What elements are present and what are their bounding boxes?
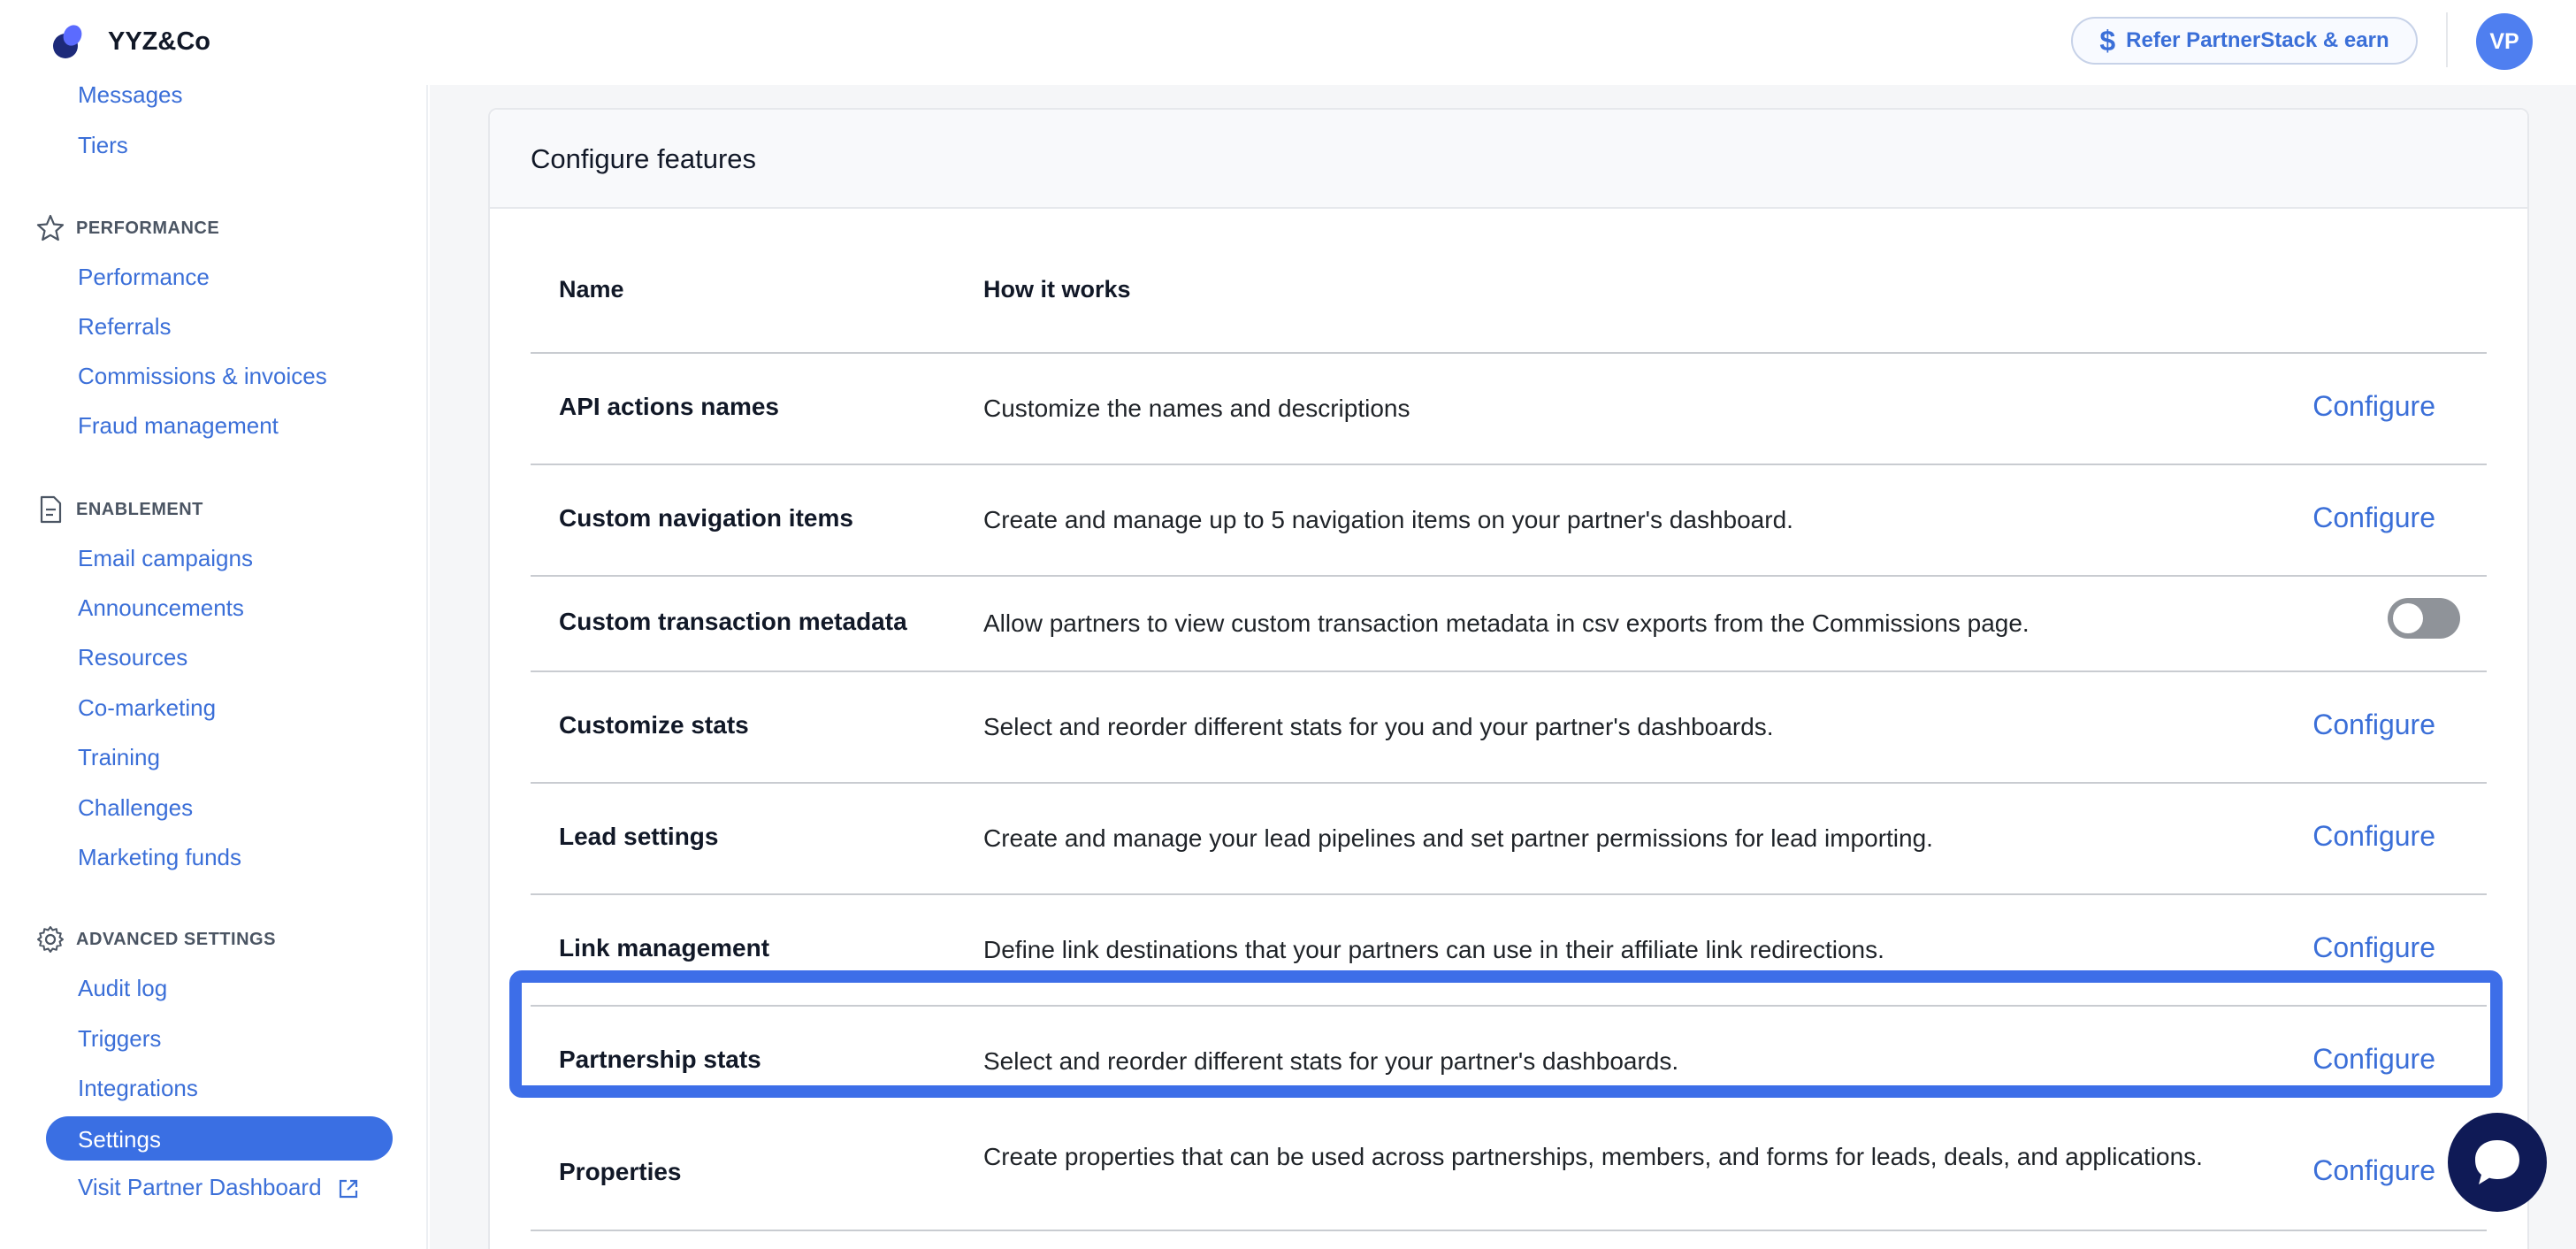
user-avatar[interactable]: VP bbox=[2476, 13, 2533, 70]
brand[interactable]: YYZ&Co bbox=[50, 21, 210, 62]
chat-launcher-button[interactable] bbox=[2448, 1113, 2547, 1212]
configure-button[interactable]: Configure bbox=[2312, 709, 2435, 741]
table-row: Lead settings Create and manage your lea… bbox=[531, 784, 2487, 895]
sidebar-item-commissions[interactable]: Commissions & invoices bbox=[78, 363, 327, 390]
table-row: Properties Create properties that can be… bbox=[531, 1118, 2487, 1231]
table-row: Customize stats Select and reorder diffe… bbox=[531, 672, 2487, 784]
top-header: YYZ&Co $ Refer PartnerStack & earn VP bbox=[0, 0, 2576, 85]
sidebar-item-visit-partner-dashboard[interactable]: Visit Partner Dashboard bbox=[78, 1174, 360, 1201]
feature-name: Custom transaction metadata bbox=[559, 608, 907, 635]
refer-partnerstack-button[interactable]: $ Refer PartnerStack & earn bbox=[2071, 17, 2418, 65]
sidebar-item-email-campaigns[interactable]: Email campaigns bbox=[78, 545, 253, 572]
card-title: Configure features bbox=[531, 143, 757, 174]
sidebar-item-triggers[interactable]: Triggers bbox=[78, 1025, 161, 1053]
sidebar-item-label: Visit Partner Dashboard bbox=[78, 1174, 322, 1200]
toggle-knob bbox=[2393, 603, 2423, 633]
sidebar-item-announcements[interactable]: Announcements bbox=[78, 594, 244, 622]
configure-button[interactable]: Configure bbox=[2312, 502, 2435, 534]
sidebar-item-label: Settings bbox=[78, 1126, 161, 1153]
sidebar-item-referrals[interactable]: Referrals bbox=[78, 313, 171, 341]
card-header: Configure features bbox=[490, 110, 2527, 209]
column-header-how-it-works: How it works bbox=[983, 276, 1131, 303]
feature-description: Create and manage up to 5 navigation ite… bbox=[983, 506, 1793, 533]
header-divider bbox=[2446, 12, 2448, 67]
star-icon bbox=[36, 214, 65, 241]
sidebar-item-challenges[interactable]: Challenges bbox=[78, 794, 193, 822]
feature-name: API actions names bbox=[559, 393, 779, 420]
section-enablement: ENABLEMENT bbox=[35, 494, 203, 525]
feature-name: Customize stats bbox=[559, 711, 749, 739]
brand-logo-icon bbox=[50, 21, 87, 62]
section-performance: PERFORMANCE bbox=[35, 213, 219, 243]
sidebar-item-audit-log[interactable]: Audit log bbox=[78, 975, 167, 1002]
sidebar-item-marketing-funds[interactable]: Marketing funds bbox=[78, 844, 241, 871]
feature-name: Custom navigation items bbox=[559, 504, 853, 532]
feature-name: Link management bbox=[559, 934, 770, 962]
section-advanced-settings: ADVANCED SETTINGS bbox=[35, 924, 276, 954]
main-content: Configure features Name How it works API… bbox=[430, 85, 2576, 1249]
sidebar-item-training[interactable]: Training bbox=[78, 744, 160, 771]
brand-name: YYZ&Co bbox=[108, 27, 210, 56]
dollar-icon: $ bbox=[2099, 24, 2116, 57]
table-row: Link management Define link destinations… bbox=[531, 895, 2487, 1007]
refer-button-label: Refer PartnerStack & earn bbox=[2126, 28, 2389, 52]
sidebar: Messages Tiers PERFORMANCE Performance R… bbox=[0, 0, 428, 1249]
configure-button[interactable]: Configure bbox=[2312, 931, 2435, 964]
table-row: API actions names Customize the names an… bbox=[531, 354, 2487, 465]
table-row-highlighted: Partnership stats Select and reorder dif… bbox=[531, 1007, 2487, 1118]
configure-button[interactable]: Configure bbox=[2312, 390, 2435, 423]
feature-description: Define link destinations that your partn… bbox=[983, 936, 1884, 963]
section-title: ADVANCED SETTINGS bbox=[76, 929, 276, 949]
section-title: ENABLEMENT bbox=[76, 499, 203, 519]
gear-icon bbox=[37, 926, 64, 953]
feature-name: Lead settings bbox=[559, 823, 719, 850]
document-icon bbox=[40, 495, 62, 524]
feature-description: Select and reorder different stats for y… bbox=[983, 1047, 1679, 1075]
feature-name: Partnership stats bbox=[559, 1046, 761, 1073]
feature-description: Select and reorder different stats for y… bbox=[983, 713, 1774, 740]
sidebar-item-resources[interactable]: Resources bbox=[78, 644, 187, 671]
sidebar-item-messages[interactable]: Messages bbox=[78, 81, 183, 109]
sidebar-item-fraud-management[interactable]: Fraud management bbox=[78, 412, 279, 440]
transaction-metadata-toggle[interactable] bbox=[2388, 598, 2460, 639]
table-row: Custom navigation items Create and manag… bbox=[531, 465, 2487, 577]
configure-features-card: Configure features Name How it works API… bbox=[488, 108, 2529, 1249]
configure-button[interactable]: Configure bbox=[2312, 820, 2435, 853]
configure-button[interactable]: Configure bbox=[2312, 1043, 2435, 1076]
external-link-icon bbox=[339, 1180, 357, 1199]
sidebar-item-tiers[interactable]: Tiers bbox=[78, 132, 128, 159]
sidebar-item-co-marketing[interactable]: Co-marketing bbox=[78, 694, 216, 722]
section-title: PERFORMANCE bbox=[76, 218, 220, 238]
configure-button[interactable]: Configure bbox=[2312, 1154, 2435, 1187]
app-root: Messages Tiers PERFORMANCE Performance R… bbox=[0, 0, 2576, 1249]
column-header-name: Name bbox=[559, 276, 624, 303]
table-row: Custom transaction metadata Allow partne… bbox=[531, 577, 2487, 672]
feature-description: Allow partners to view custom transactio… bbox=[983, 609, 2029, 637]
chat-icon bbox=[2475, 1140, 2519, 1184]
sidebar-item-settings[interactable]: Settings bbox=[46, 1116, 393, 1161]
feature-description: Create properties that can be used acros… bbox=[983, 1143, 2203, 1170]
feature-description: Create and manage your lead pipelines an… bbox=[983, 824, 1933, 852]
feature-description: Customize the names and descriptions bbox=[983, 395, 1410, 422]
feature-name: Properties bbox=[559, 1158, 682, 1185]
sidebar-item-integrations[interactable]: Integrations bbox=[78, 1075, 198, 1102]
sidebar-item-performance[interactable]: Performance bbox=[78, 264, 210, 291]
